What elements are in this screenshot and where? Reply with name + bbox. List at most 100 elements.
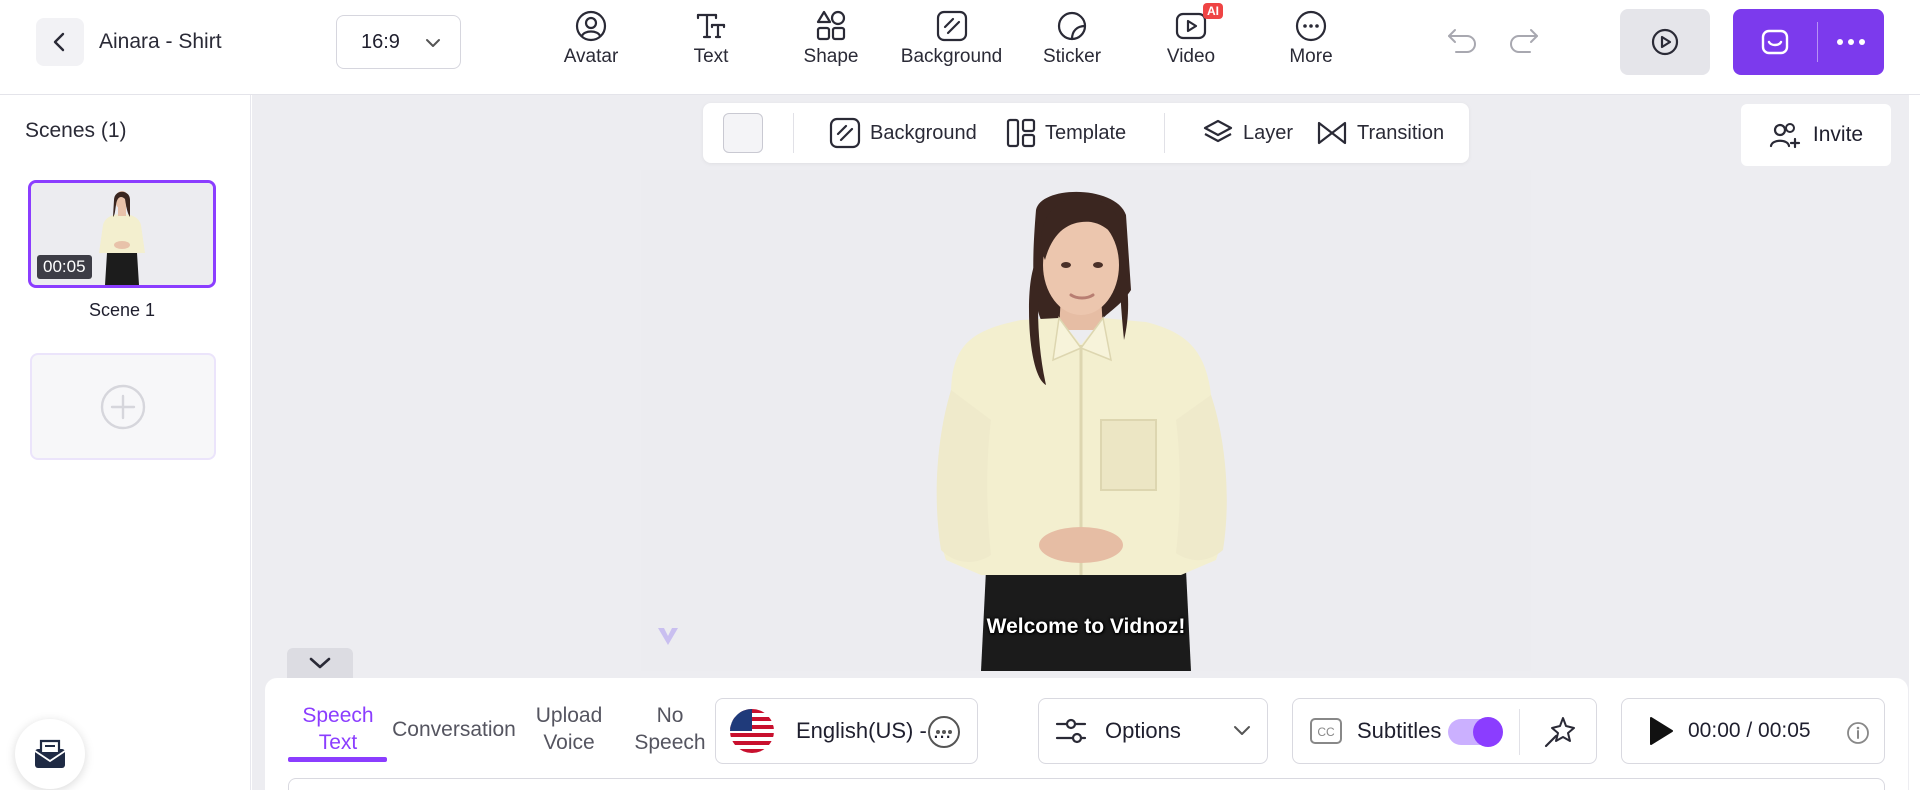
us-flag-icon (730, 709, 774, 753)
toolbar-label: Background (870, 121, 977, 144)
tool-label: Video (1166, 46, 1216, 67)
playback-control: 00:00 / 00:05 (1621, 698, 1885, 764)
closed-captions-icon: CC (1310, 718, 1342, 744)
tool-background[interactable]: Background (894, 8, 1009, 74)
tool-shape[interactable]: Shape (800, 8, 862, 74)
text-icon (694, 8, 728, 44)
info-icon[interactable] (1846, 721, 1870, 745)
tool-text[interactable]: Text (685, 8, 737, 74)
play-circle-icon (1651, 28, 1679, 56)
top-bar: Ainara - Shirt 16:9 Avatar Text Shape Ba… (0, 0, 1920, 95)
canvas-transition-button[interactable]: Transition (1316, 117, 1444, 149)
tab-label: No (656, 704, 684, 727)
undo-icon[interactable] (1446, 26, 1480, 56)
ai-badge: AI (1203, 3, 1223, 19)
chevron-down-icon (1234, 726, 1250, 735)
subtitle-style-icon[interactable] (1543, 715, 1577, 749)
feedback-button[interactable] (15, 719, 85, 789)
subtitle-caption[interactable]: Welcome to Vidnoz! (641, 615, 1531, 639)
toggle-knob (1473, 717, 1503, 747)
tool-label: Avatar (563, 46, 619, 67)
collapse-panel-button[interactable] (287, 648, 353, 678)
add-users-icon (1769, 123, 1800, 149)
tool-label: Shape (803, 46, 859, 67)
export-more-button[interactable] (1818, 9, 1884, 75)
background-icon (829, 117, 861, 149)
toolbar-divider (793, 113, 794, 153)
tab-label: Speech (302, 704, 374, 727)
subtitles-control: CC Subtitles (1292, 698, 1597, 764)
speech-text-input[interactable] (288, 778, 1885, 790)
sliders-icon (1055, 718, 1087, 744)
canvas-color-swatch[interactable] (723, 113, 763, 153)
toolbar-label: Template (1045, 121, 1127, 144)
options-dropdown[interactable]: Options (1038, 698, 1268, 764)
toolbar-label: Transition (1357, 121, 1445, 144)
add-scene-button[interactable] (30, 353, 216, 460)
scene-duration: 00:05 (37, 255, 92, 279)
tool-sticker[interactable]: Sticker (1040, 8, 1104, 74)
toolbar-divider (1164, 113, 1165, 153)
template-icon (1006, 118, 1036, 148)
back-button[interactable] (36, 18, 84, 66)
preview-button[interactable] (1620, 9, 1710, 75)
subtitles-divider (1519, 709, 1520, 755)
chevron-down-icon (426, 39, 440, 47)
tab-conversation[interactable]: Conversation (388, 716, 520, 743)
project-title[interactable]: Ainara - Shirt (99, 30, 222, 54)
subtitles-toggle[interactable] (1448, 717, 1503, 747)
page-scrollbar[interactable] (1909, 95, 1920, 790)
chevron-left-icon (53, 32, 65, 52)
mail-icon (34, 739, 66, 768)
canvas-background-button[interactable]: Background (829, 117, 977, 149)
tool-label: Text (693, 46, 729, 67)
subtitles-label: Subtitles (1357, 718, 1442, 743)
inbox-icon (1761, 29, 1789, 55)
redo-icon[interactable] (1506, 26, 1540, 56)
speech-panel: Speech Text Conversation Upload Voice No… (265, 678, 1908, 790)
canvas-toolbar: Background Template Layer Transition (703, 103, 1469, 163)
tab-label: Conversation (392, 718, 516, 741)
tool-label: Background (900, 46, 1003, 67)
svg-text:CC: CC (1317, 725, 1335, 739)
more-icon (1294, 8, 1328, 44)
scene-thumbnail[interactable]: 00:05 (28, 180, 216, 288)
voice-language-select[interactable]: English(US) - ... (715, 698, 978, 764)
more-icon[interactable] (927, 715, 961, 749)
tab-label: Voice (543, 731, 595, 754)
tab-label: Text (318, 731, 358, 754)
tab-label: Upload (535, 704, 603, 727)
aspect-ratio-value: 16:9 (361, 30, 400, 53)
vidnoz-logo-icon (655, 623, 681, 649)
tab-upload-voice[interactable]: Upload Voice (529, 702, 609, 756)
invite-button[interactable]: Invite (1741, 104, 1891, 166)
tab-speech-text[interactable]: Speech Text (300, 702, 376, 756)
transition-icon (1317, 121, 1347, 145)
background-icon (935, 8, 969, 44)
play-icon[interactable] (1648, 716, 1674, 746)
video-canvas[interactable]: Welcome to Vidnoz! (641, 170, 1531, 671)
playback-time: 00:00 / 00:05 (1688, 719, 1811, 742)
layers-icon (1203, 119, 1233, 143)
tool-label: More (1289, 46, 1333, 67)
chevron-down-icon (309, 657, 331, 669)
canvas-template-button[interactable]: Template (1006, 117, 1126, 149)
export-button[interactable] (1733, 9, 1884, 75)
export-main[interactable] (1733, 9, 1817, 75)
sticker-icon (1055, 8, 1089, 44)
aspect-ratio-select[interactable]: 16:9 (336, 15, 461, 69)
shape-icon (814, 8, 848, 44)
invite-label: Invite (1812, 123, 1864, 146)
ellipsis-icon (1837, 39, 1865, 45)
scene-label: Scene 1 (88, 300, 156, 320)
tool-more[interactable]: More (1285, 8, 1337, 74)
active-tab-indicator (288, 757, 387, 762)
scenes-panel: Scenes (1) 00:05 Scene 1 (0, 95, 251, 790)
tab-label: Speech (634, 731, 706, 754)
options-label: Options (1105, 718, 1181, 743)
avatar-image (641, 170, 1531, 671)
avatar-icon (574, 8, 608, 44)
tool-avatar[interactable]: Avatar (556, 8, 626, 74)
tab-no-speech[interactable]: No Speech (633, 702, 707, 756)
canvas-layer-button[interactable]: Layer (1202, 117, 1293, 149)
